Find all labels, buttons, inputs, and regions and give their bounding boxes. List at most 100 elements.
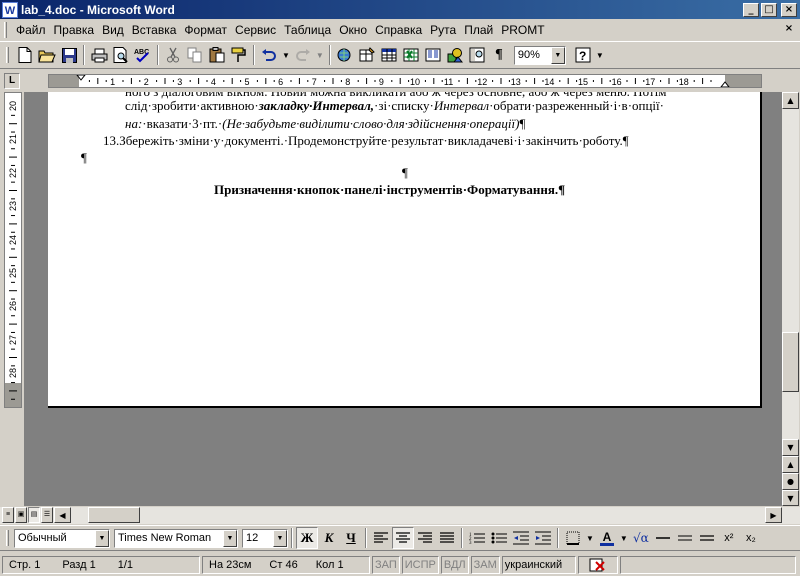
line-icon[interactable] [652,527,674,549]
spelling-status-icon[interactable] [577,555,618,574]
spelling-icon[interactable]: ABC [132,44,154,66]
scroll-up-button[interactable]: ▲ [782,92,799,109]
scroll-down-button[interactable]: ▼ [782,439,799,456]
normal-view-icon[interactable]: ≡ [2,507,14,523]
toolbar-grip[interactable] [6,530,9,546]
web-view-icon[interactable]: ▣ [15,507,27,523]
menu-view[interactable]: Вид [98,21,128,39]
menu-file[interactable]: Файл [12,21,50,39]
italic-button[interactable]: К [318,527,340,549]
status-extend-selection[interactable]: ВДЛ [440,555,469,574]
close-button[interactable]: × [781,2,797,17]
columns-icon[interactable] [422,44,444,66]
align-right-icon[interactable] [414,527,436,549]
toolbar-separator [461,528,463,548]
pilcrow-icon[interactable]: ¶ [488,44,510,66]
font-size-dropdown-icon[interactable]: ▼ [273,529,287,547]
doc-map-icon[interactable] [466,44,488,66]
paste-icon[interactable] [206,44,228,66]
justify-icon[interactable] [436,527,458,549]
format-painter-icon[interactable] [228,44,250,66]
decrease-indent-icon[interactable] [510,527,532,549]
print-layout-view-icon[interactable]: ▤ [28,507,40,523]
vertical-scroll-thumb[interactable] [782,332,799,392]
horizontal-ruler[interactable]: 1 2 3 4 5 6 7 8 9 10 11 12 13 14 15 16 17 18 [48,74,762,88]
browse-object-button[interactable]: ● [782,473,799,490]
previous-page-button[interactable]: ▲ [782,456,799,473]
double-line-icon[interactable] [674,527,696,549]
minimize-button[interactable]: _ [743,2,759,17]
align-left-icon[interactable] [370,527,392,549]
superscript-button[interactable]: x² [718,527,740,549]
new-icon[interactable] [14,44,36,66]
open-icon[interactable] [36,44,58,66]
scroll-right-button[interactable]: ▶ [765,507,782,523]
redo-dropdown-icon: ▼ [315,50,324,60]
style-combo[interactable]: Обычный ▼ [14,528,110,548]
save-icon[interactable] [58,44,80,66]
font-size-combo[interactable]: 12 ▼ [242,528,288,548]
font-color-icon[interactable]: A [596,527,618,549]
status-track-changes[interactable]: ИСПР [401,555,439,574]
undo-dropdown-icon[interactable]: ▼ [282,51,290,60]
copy-icon[interactable] [184,44,206,66]
scroll-left-button[interactable]: ◀ [54,507,71,523]
underline-button[interactable]: Ч [340,527,362,549]
equation-button[interactable]: √α [630,527,652,549]
style-dropdown-icon[interactable]: ▼ [95,529,109,547]
drawing-icon[interactable] [444,44,466,66]
menu-table[interactable]: Таблица [280,21,335,39]
menu-edit[interactable]: Правка [50,21,99,39]
outline-view-icon[interactable]: ☰ [41,507,53,523]
toolbar-grip[interactable] [4,22,7,38]
menu-format[interactable]: Формат [180,21,231,39]
borders-icon[interactable] [562,527,584,549]
insert-excel-icon[interactable] [400,44,422,66]
font-size-value: 12 [246,532,259,544]
next-page-button[interactable]: ▼ [782,490,799,506]
menu-insert[interactable]: Вставка [128,21,181,39]
toolbar-grip[interactable] [6,47,9,63]
zoom-dropdown-icon[interactable]: ▼ [550,46,565,64]
font-dropdown-icon[interactable]: ▼ [223,529,237,547]
hyperlink-icon[interactable] [334,44,356,66]
menu-help[interactable]: Справка [371,21,426,39]
tables-borders-icon[interactable] [356,44,378,66]
document-page[interactable]: ного з діалоговим вікном. Новий можна ви… [48,92,762,408]
numbering-icon[interactable]: 123 [466,527,488,549]
vertical-ruler-number: 26 [8,301,18,312]
equals-line-icon[interactable] [696,527,718,549]
preview-icon[interactable] [110,44,132,66]
vertical-ruler[interactable]: 20 21 22 23 24 25 26 27 28 [4,92,22,408]
menu-plai[interactable]: Плай [460,21,497,39]
zoom-combo[interactable]: 90% ▼ [513,45,566,65]
bold-button[interactable]: Ж [296,527,318,549]
bullets-icon[interactable] [488,527,510,549]
document-close-button[interactable]: × [782,23,796,36]
font-combo[interactable]: Times New Roman ▼ [114,528,238,548]
ruler-number: 12 [477,77,487,87]
cut-icon[interactable] [162,44,184,66]
horizontal-scroll-thumb[interactable] [88,507,140,523]
help-icon[interactable]: ? [572,44,594,66]
menu-window[interactable]: Окно [335,21,371,39]
insert-table-icon[interactable] [378,44,400,66]
tab-selector[interactable]: L [4,73,20,89]
increase-indent-icon[interactable] [532,527,554,549]
font-color-dropdown-icon[interactable]: ▼ [620,534,628,543]
maximize-button[interactable]: □ [761,2,777,17]
borders-dropdown-icon[interactable]: ▼ [586,534,594,543]
word-app-icon[interactable]: W [2,1,18,18]
undo-icon[interactable] [258,44,280,66]
status-overtype[interactable]: ЗАМ [470,555,500,574]
align-center-icon[interactable] [392,527,414,549]
help-dropdown-icon[interactable]: ▼ [596,51,604,60]
print-icon[interactable] [88,44,110,66]
menu-tools[interactable]: Сервис [231,21,280,39]
menu-ruta[interactable]: Рута [426,21,460,39]
menu-promt[interactable]: PROMT [497,21,548,39]
status-language[interactable]: украинский [501,555,576,574]
status-record-macro[interactable]: ЗАП [372,555,400,574]
subscript-button[interactable]: x₂ [740,527,762,549]
vertical-scrollbar[interactable]: ▲ ▼ ▲ ● ▼ [782,92,799,506]
